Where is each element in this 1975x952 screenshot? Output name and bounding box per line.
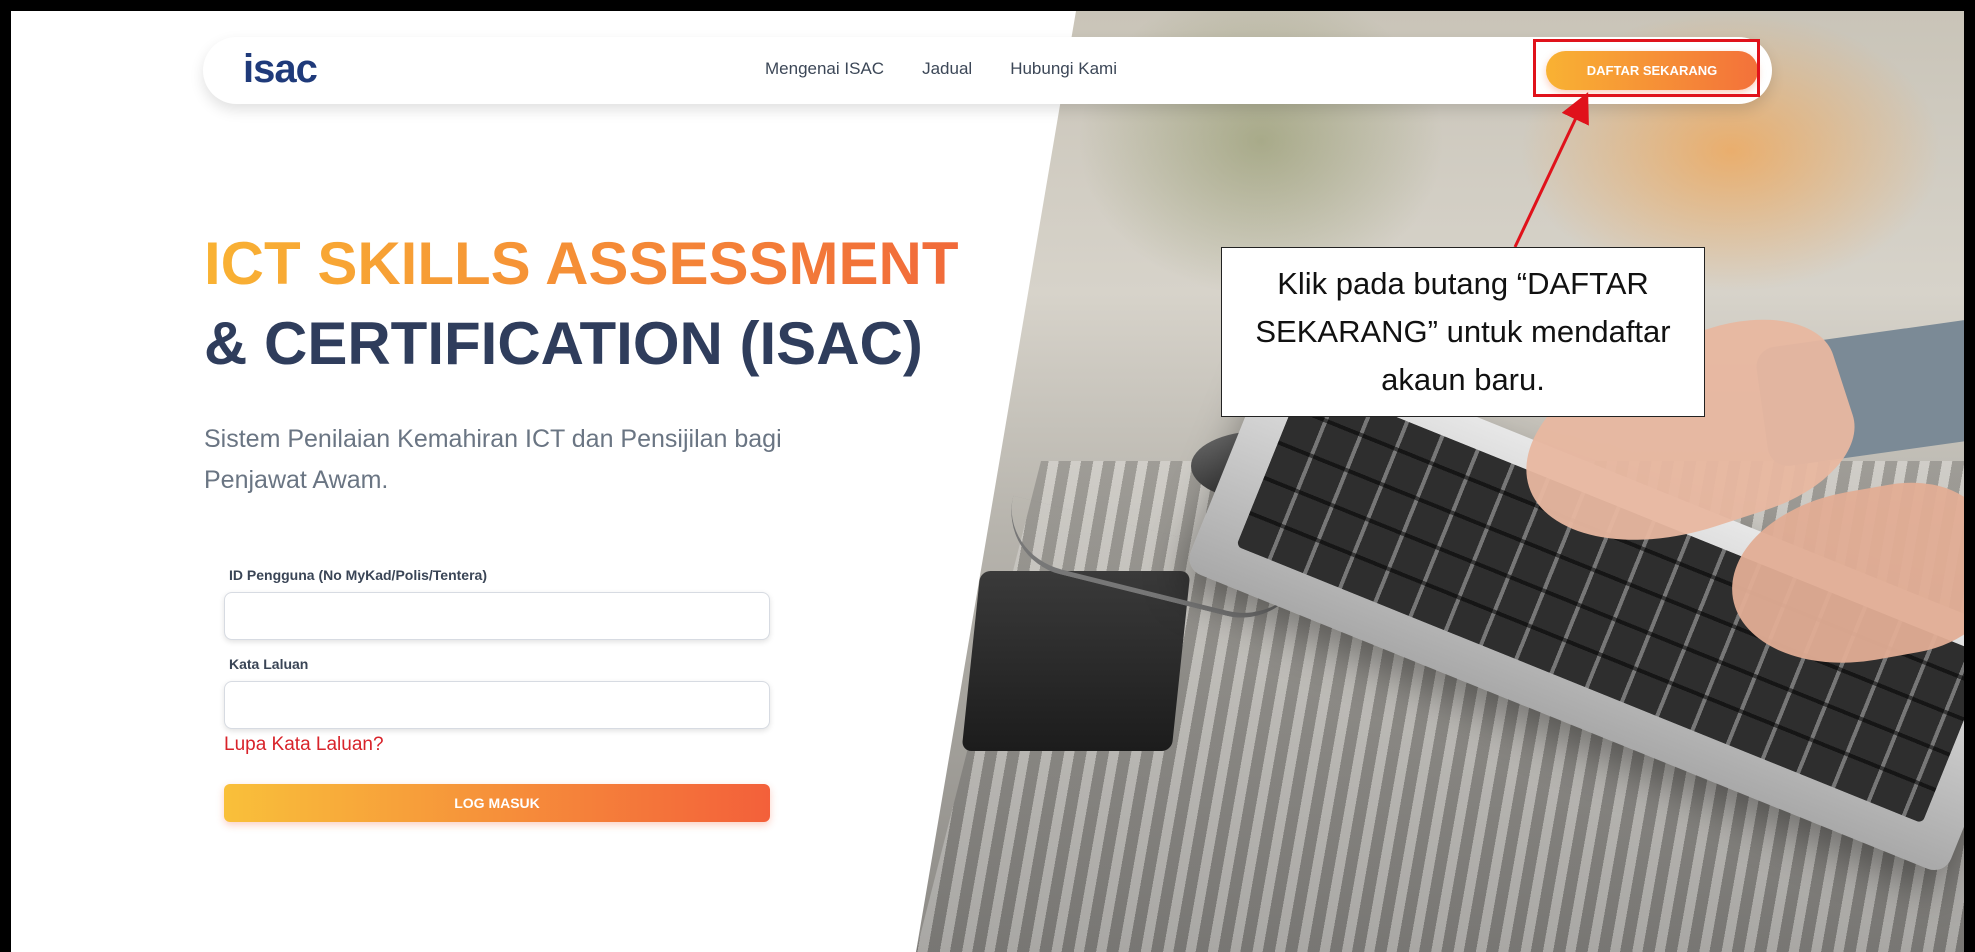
hero-title: ICT SKILLS ASSESSMENT & CERTIFICATION (I…	[204, 229, 959, 379]
hero-subtitle: Sistem Penilaian Kemahiran ICT dan Pensi…	[204, 425, 782, 494]
nav-link-hubungi-kami[interactable]: Hubungi Kami	[1010, 59, 1117, 79]
annotation-text: Klik pada butang “DAFTAR SEKARANG” untuk…	[1255, 266, 1671, 397]
password-label: Kata Laluan	[229, 656, 309, 672]
user-id-input[interactable]	[224, 592, 770, 640]
isac-logo[interactable]: isac	[243, 47, 318, 92]
user-id-label: ID Pengguna (No MyKad/Polis/Tentera)	[229, 567, 487, 583]
login-button[interactable]: LOG MASUK	[224, 784, 770, 822]
logo-text: isac	[243, 47, 318, 91]
forgot-password-link[interactable]: Lupa Kata Laluan?	[224, 734, 384, 756]
nav-link-mengenai-isac[interactable]: Mengenai ISAC	[765, 59, 884, 79]
nav-links: Mengenai ISAC Jadual Hubungi Kami	[765, 59, 1117, 79]
nav-link-jadual[interactable]: Jadual	[922, 59, 972, 79]
annotation-highlight-box	[1533, 39, 1760, 97]
page-frame: isac Mengenai ISAC Jadual Hubungi Kami D…	[11, 11, 1964, 952]
hero-title-line1: ICT SKILLS ASSESSMENT	[204, 230, 959, 297]
hero-title-line2: & CERTIFICATION (ISAC)	[204, 310, 923, 377]
annotation-callout: Klik pada butang “DAFTAR SEKARANG” untuk…	[1221, 247, 1705, 417]
password-input[interactable]	[224, 681, 770, 729]
